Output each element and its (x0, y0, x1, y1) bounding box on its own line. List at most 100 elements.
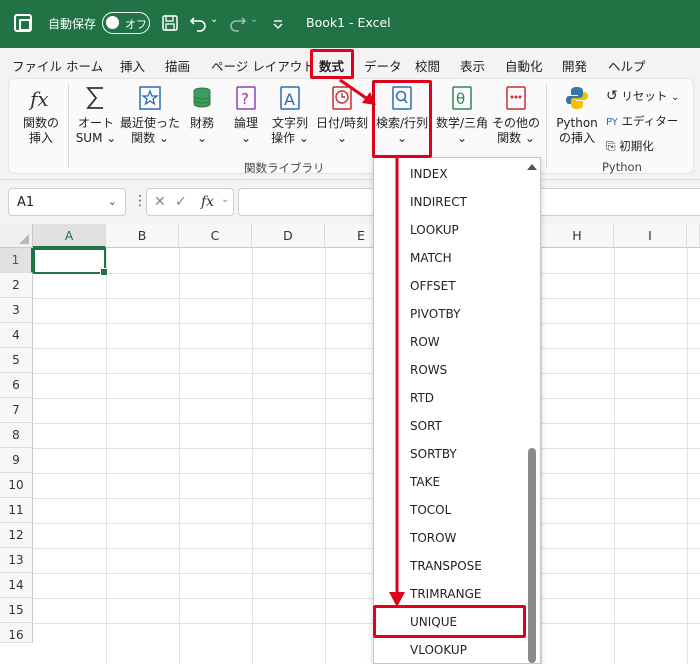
menu-item-match[interactable]: MATCH (374, 244, 524, 272)
autosum-button[interactable]: オート SUM ⌄ (74, 84, 118, 146)
select-all-button[interactable] (0, 224, 33, 248)
tab-file[interactable]: ファイル (12, 56, 62, 75)
row-header[interactable]: 3 (0, 298, 33, 323)
column-header[interactable]: I (614, 224, 687, 248)
grid-line (179, 248, 180, 664)
row-header[interactable]: 16 (0, 623, 33, 643)
tab-help[interactable]: ヘルプ (608, 56, 646, 75)
column-header[interactable]: A (33, 224, 106, 248)
menu-item-torow[interactable]: TOROW (374, 524, 524, 552)
redo-dropdown-icon[interactable]: ⌄ (250, 14, 258, 25)
insert-function-button[interactable]: fx 関数の 挿入 (20, 84, 62, 146)
row-header[interactable]: 1 (0, 248, 33, 273)
column-header[interactable]: C (179, 224, 252, 248)
text-functions-label-1: 文字列 (271, 116, 308, 130)
column-header[interactable]: B (106, 224, 179, 248)
check-icon[interactable]: ✓ (175, 194, 187, 210)
autosave-toggle[interactable]: オフ (102, 12, 150, 34)
highlight-lookup-button (372, 80, 432, 158)
row-header[interactable]: 2 (0, 273, 33, 298)
question-book-icon: ? (236, 86, 256, 110)
save-icon[interactable] (160, 13, 180, 33)
logical-button[interactable]: ? 論理 ⌄ (228, 84, 264, 146)
math-trig-button[interactable]: θ 数学/三角 ⌄ (434, 84, 490, 146)
cancel-icon[interactable]: ✕ (154, 194, 166, 210)
datetime-button[interactable]: 日付/時刻 ⌄ (314, 84, 370, 146)
menu-item-index[interactable]: INDEX (374, 160, 524, 188)
row-header[interactable]: 15 (0, 598, 33, 623)
row-header[interactable]: 14 (0, 573, 33, 598)
menu-item-pivotby[interactable]: PIVOTBY (374, 300, 524, 328)
row-header[interactable]: 12 (0, 523, 33, 548)
tab-view[interactable]: 表示 (460, 56, 485, 75)
grid-line (33, 373, 700, 374)
column-header[interactable] (687, 224, 700, 248)
menu-item-vlookup[interactable]: VLOOKUP (374, 636, 524, 664)
menu-item-transpose[interactable]: TRANSPOSE (374, 552, 524, 580)
svg-text:A: A (284, 90, 295, 109)
active-cell-a1[interactable] (33, 248, 108, 276)
tab-draw[interactable]: 描画 (165, 56, 190, 75)
row-header[interactable]: 13 (0, 548, 33, 573)
menu-item-trimrange[interactable]: TRIMRANGE (374, 580, 524, 608)
insert-function-fx-icon[interactable]: fx (201, 194, 214, 210)
redo-icon[interactable] (228, 13, 248, 33)
name-box[interactable]: A1 ⌄ (8, 188, 126, 216)
chevron-down-icon[interactable]: ⌄ (221, 194, 229, 205)
text-functions-button[interactable]: A 文字列 操作 ⌄ (268, 84, 312, 146)
more-functions-button[interactable]: その他の 関数 ⌄ (492, 84, 540, 146)
financial-button[interactable]: 財務 ⌄ (184, 84, 220, 146)
worksheet-grid[interactable]: A B C D E F G H I 1 2 3 4 5 6 7 8 9 10 1… (0, 224, 700, 664)
row-header[interactable]: 8 (0, 423, 33, 448)
menu-item-sort[interactable]: SORT (374, 412, 524, 440)
row-header[interactable]: 4 (0, 323, 33, 348)
row-header[interactable]: 7 (0, 398, 33, 423)
menu-item-rtd[interactable]: RTD (374, 384, 524, 412)
scroll-up-icon[interactable] (527, 164, 537, 170)
highlight-unique-item (373, 605, 526, 638)
tab-developer[interactable]: 開発 (562, 56, 587, 75)
row-header[interactable]: 6 (0, 373, 33, 398)
editor-button[interactable]: PY エディター (606, 113, 678, 129)
reset-button[interactable]: ↺ リセット ⌄ (606, 88, 679, 104)
qat-customize-icon[interactable] (268, 13, 288, 33)
highlight-formulas-tab (310, 49, 354, 79)
tab-page-layout[interactable]: ページ レイアウト (211, 56, 315, 75)
initialize-button[interactable]: ⎘ 初期化 (606, 138, 654, 154)
menu-item-offset[interactable]: OFFSET (374, 272, 524, 300)
dropdown-scrollbar[interactable] (528, 448, 536, 663)
undo-dropdown-icon[interactable]: ⌄ (210, 14, 218, 25)
row-header[interactable]: 10 (0, 473, 33, 498)
menu-item-lookup[interactable]: LOOKUP (374, 216, 524, 244)
undo-icon[interactable] (188, 13, 208, 33)
tab-data[interactable]: データ (364, 56, 402, 75)
menu-item-take[interactable]: TAKE (374, 468, 524, 496)
recent-functions-button[interactable]: 最近使った 関数 ⌄ (120, 84, 180, 146)
more-label-1: その他の (492, 116, 541, 130)
more-options-icon[interactable]: ⋮ (133, 193, 147, 209)
chevron-down-icon[interactable]: ⌄ (108, 195, 117, 208)
grid-line (33, 548, 700, 549)
reset-chevron: ⌄ (671, 92, 680, 103)
svg-text:fx: fx (28, 87, 49, 111)
grid-line (614, 248, 615, 664)
python-insert-label-2: の挿入 (558, 131, 595, 145)
menu-item-tocol[interactable]: TOCOL (374, 496, 524, 524)
menu-item-sortby[interactable]: SORTBY (374, 440, 524, 468)
logical-chevron: ⌄ (240, 131, 252, 145)
insert-python-button[interactable]: Python の挿入 (552, 84, 602, 146)
tab-insert[interactable]: 挿入 (120, 56, 145, 75)
menu-item-rows[interactable]: ROWS (374, 356, 524, 384)
row-header[interactable]: 5 (0, 348, 33, 373)
menu-item-row[interactable]: ROW (374, 328, 524, 356)
column-header[interactable]: D (252, 224, 325, 248)
row-header[interactable]: 9 (0, 448, 33, 473)
column-header[interactable]: H (541, 224, 614, 248)
row-header[interactable]: 11 (0, 498, 33, 523)
coins-icon (193, 87, 211, 108)
menu-item-indirect[interactable]: INDIRECT (374, 188, 524, 216)
function-library-group-label: 関数ライブラリ (244, 161, 325, 175)
tab-review[interactable]: 校閲 (415, 56, 440, 75)
tab-automate[interactable]: 自動化 (505, 56, 543, 75)
tab-home[interactable]: ホーム (66, 56, 103, 75)
